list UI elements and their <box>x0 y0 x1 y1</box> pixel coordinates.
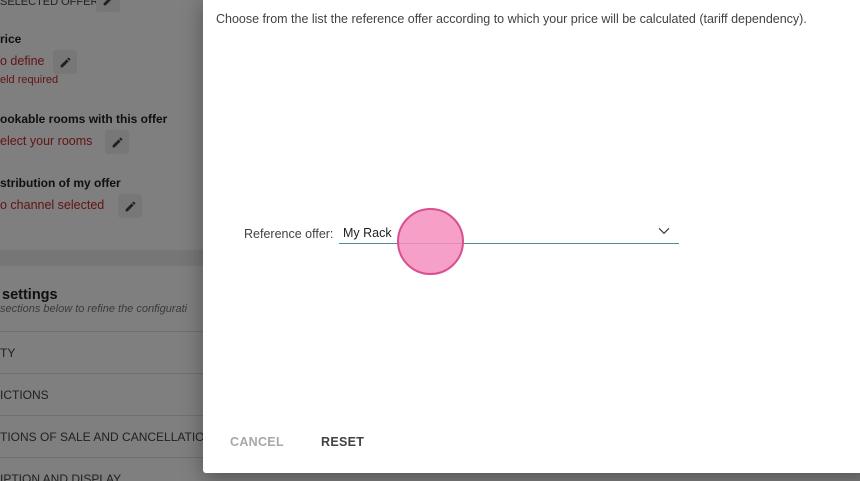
reset-button[interactable]: RESET <box>321 435 364 449</box>
reference-offer-label: Reference offer: <box>244 227 334 241</box>
reference-offer-select[interactable]: My Rack <box>339 218 679 244</box>
page: SELECTED OFFER rice o define eld require… <box>0 0 860 481</box>
dialog-description: Choose from the list the reference offer… <box>216 12 807 26</box>
reference-offer-dialog: Choose from the list the reference offer… <box>203 0 860 473</box>
cancel-button[interactable]: CANCEL <box>230 435 284 449</box>
chevron-down-icon <box>658 228 670 234</box>
click-indicator <box>397 208 464 275</box>
reference-offer-value: My Rack <box>343 226 392 240</box>
